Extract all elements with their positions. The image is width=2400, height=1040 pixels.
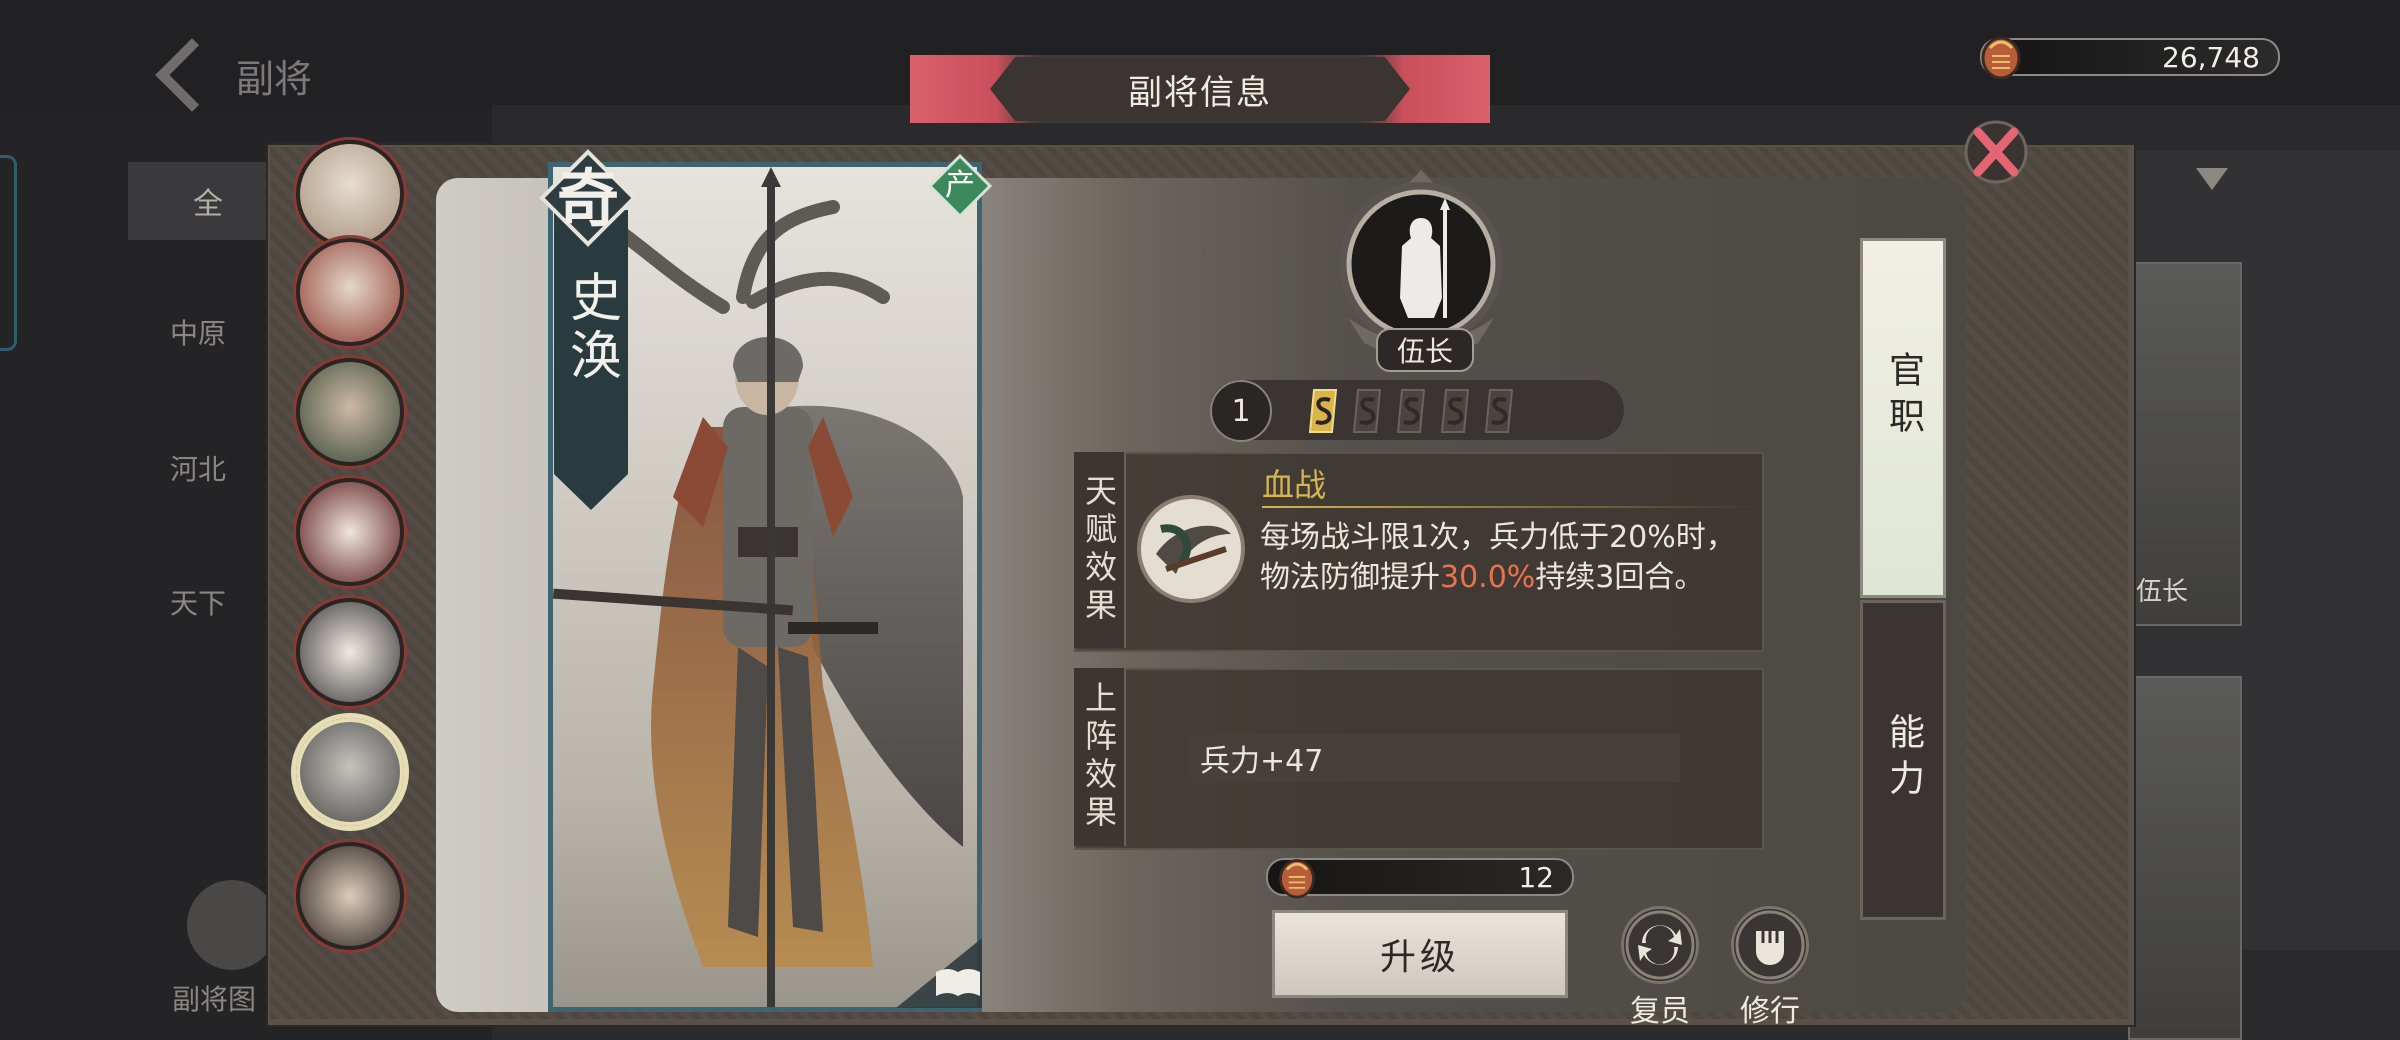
coin-bag-icon	[1279, 859, 1315, 899]
currency-display: 26,748	[1980, 38, 2280, 76]
general-portrait-selected[interactable]	[296, 718, 404, 826]
fist-icon	[1731, 906, 1809, 984]
tab-ability-label: 能力	[1883, 713, 1924, 805]
back-label: 副将	[236, 56, 313, 101]
tab-ability[interactable]: 能力	[1860, 600, 1946, 920]
retire-label: 复员	[1630, 994, 1690, 1029]
category-all-label: 全	[193, 187, 223, 222]
level-value: 1	[1210, 380, 1272, 442]
talent-description: 每场战斗限1次，兵力低于20%时，物法防御提升30.0%持续3回合。	[1260, 518, 1760, 598]
talent-section-label: 天赋效果	[1074, 452, 1126, 648]
talent-name: 血战	[1262, 466, 1327, 504]
general-portrait[interactable]	[296, 358, 404, 466]
back-button[interactable]: 副将	[150, 38, 350, 112]
page-title: 副将信息	[990, 57, 1410, 121]
album-label: 副将图	[172, 983, 257, 1016]
talent-desc-part2: 持续3回合。	[1535, 560, 1705, 595]
background-card-rank: 伍长	[2136, 577, 2189, 607]
general-portrait[interactable]	[296, 598, 404, 706]
upgrade-button[interactable]: 升级	[1272, 910, 1568, 998]
faction-label: 产	[945, 168, 975, 203]
train-button[interactable]: 修行	[1724, 906, 1816, 1029]
tab-rank-label: 官职	[1883, 351, 1924, 443]
deploy-section-label: 上阵效果	[1074, 668, 1126, 846]
background-general-card[interactable]	[2128, 676, 2242, 1040]
star-empty-icon	[1396, 389, 1426, 433]
general-portrait[interactable]	[296, 238, 404, 346]
background-general-card[interactable]: 伍长	[2128, 262, 2242, 626]
tab-rank[interactable]: 官职	[1860, 238, 1946, 598]
book-icon[interactable]	[896, 938, 982, 1008]
star-filled-icon	[1308, 389, 1338, 433]
train-label: 修行	[1740, 994, 1800, 1029]
back-arrow-icon	[155, 38, 229, 112]
filter-icon[interactable]	[2196, 168, 2228, 190]
star-empty-icon	[1352, 389, 1382, 433]
name-plate: 史涣	[554, 210, 628, 510]
category-all-tab[interactable]: 全	[128, 162, 288, 240]
retire-icon	[1621, 906, 1699, 984]
general-portrait[interactable]	[296, 478, 404, 586]
background-left-tab[interactable]	[0, 155, 17, 351]
star-empty-icon	[1484, 389, 1514, 433]
general-portrait[interactable]	[296, 140, 404, 248]
close-icon[interactable]	[1960, 116, 2032, 188]
retire-button[interactable]: 复员	[1614, 906, 1706, 1029]
album-icon	[187, 880, 277, 970]
talent-skill-icon[interactable]	[1136, 494, 1246, 604]
star-empty-icon	[1440, 389, 1470, 433]
general-portrait[interactable]	[296, 842, 404, 950]
rarity-label: 奇	[556, 162, 619, 235]
talent-divider	[1262, 506, 1752, 508]
deploy-stat: 兵力+47	[1190, 734, 1680, 782]
general-name: 史涣	[560, 270, 621, 386]
currency-value: 26,748	[2162, 40, 2260, 74]
upgrade-cost-value: 12	[1518, 860, 1554, 894]
rank-label: 伍长	[1376, 328, 1474, 372]
coin-bag-icon	[1981, 36, 2021, 80]
talent-desc-highlight: 30.0%	[1440, 560, 1536, 595]
